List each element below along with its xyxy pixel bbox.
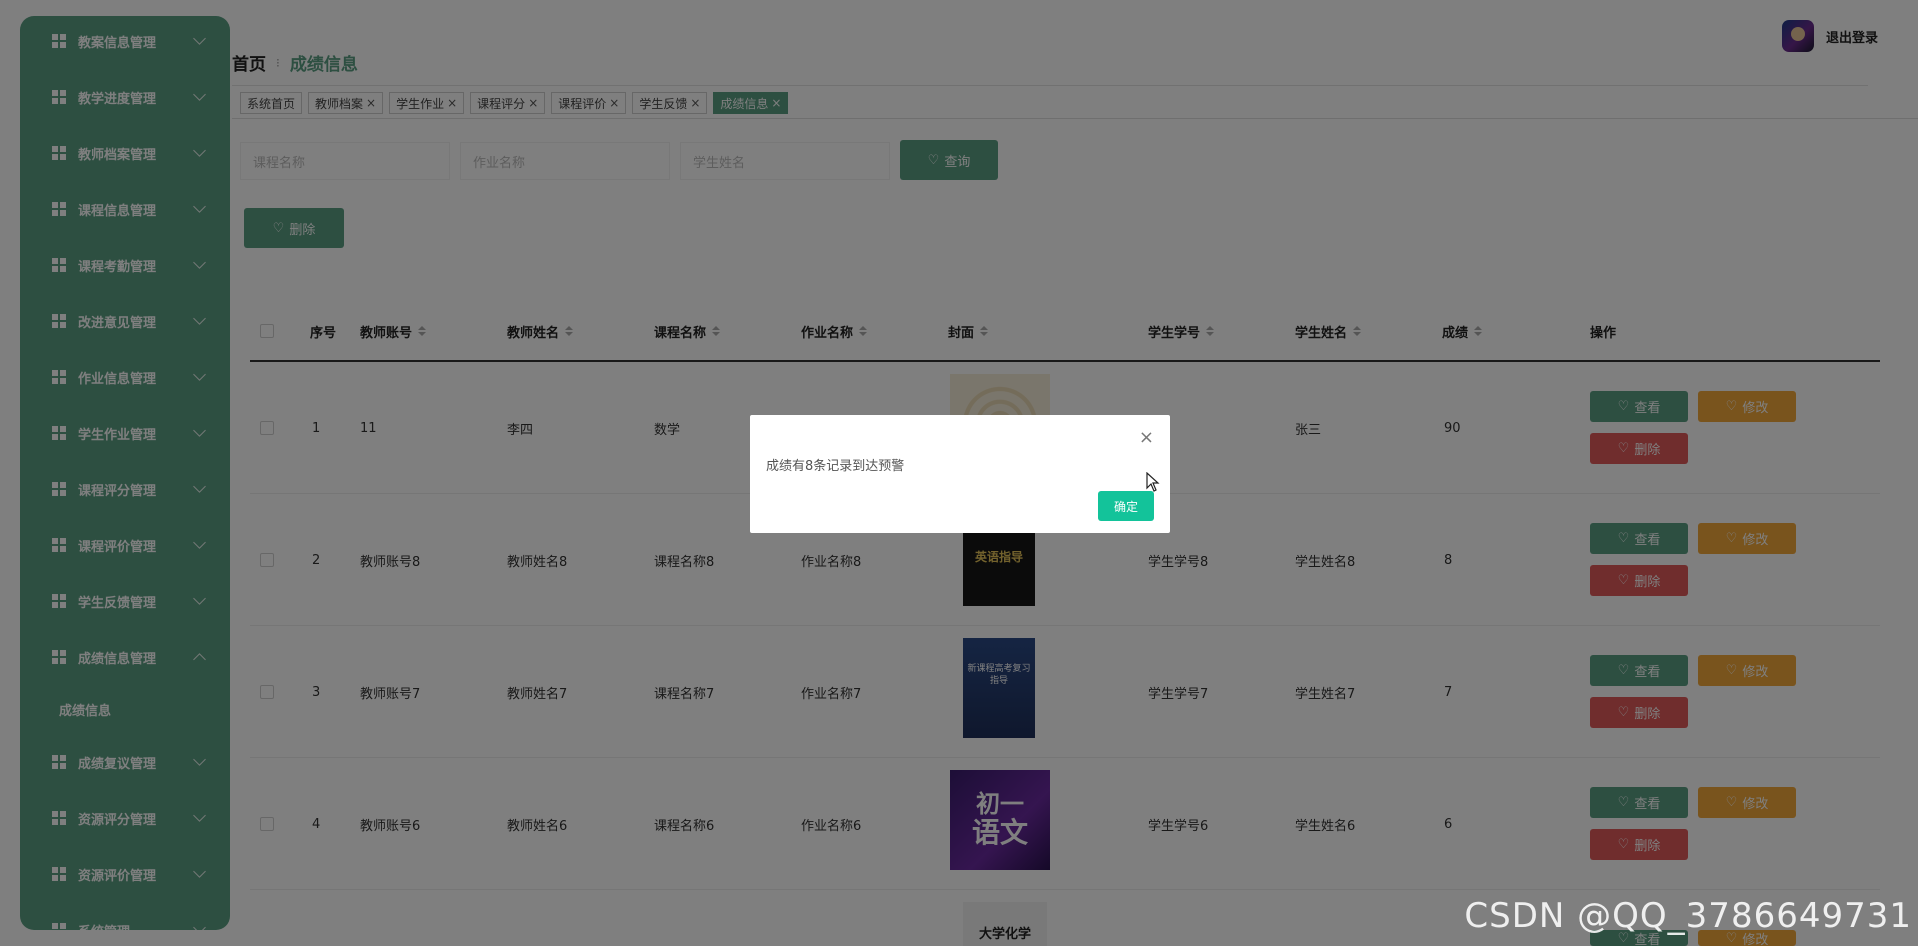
watermark: CSDN @QQ_3786649731 <box>1464 896 1912 936</box>
confirm-button[interactable]: 确定 <box>1098 491 1154 521</box>
warning-dialog: × 成绩有8条记录到达预警 确定 <box>750 415 1170 533</box>
dialog-message: 成绩有8条记录到达预警 <box>766 459 905 474</box>
mouse-cursor-icon <box>1146 472 1160 492</box>
close-icon[interactable]: × <box>1139 429 1154 447</box>
